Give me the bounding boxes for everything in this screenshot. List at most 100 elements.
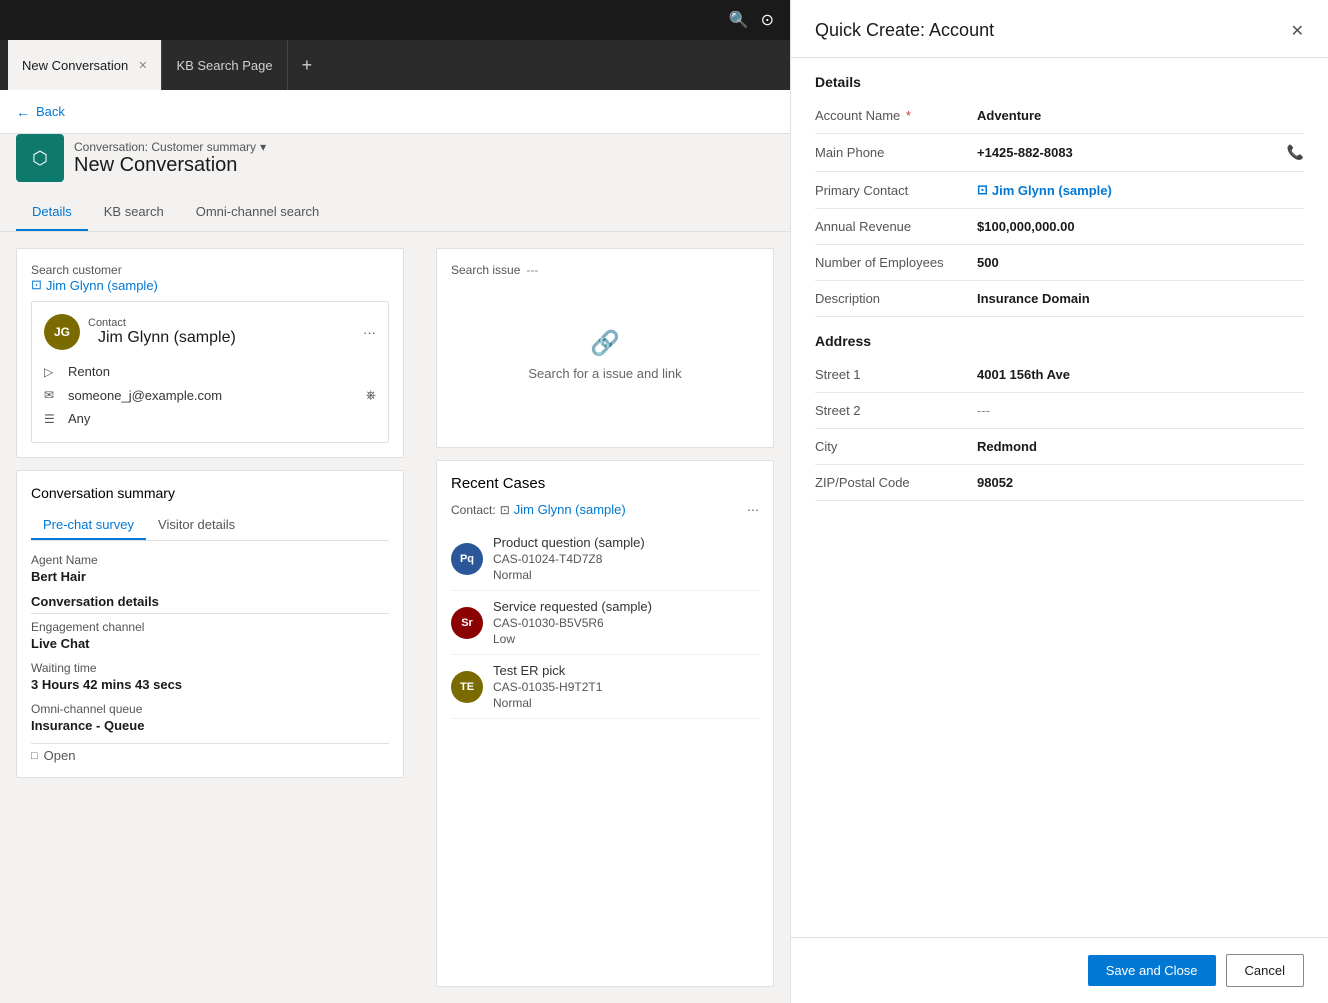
case-item-1: Pq Product question (sample) CAS-01024-T…	[451, 527, 759, 591]
omni-queue-value: Insurance - Queue	[31, 718, 389, 733]
location-icon: ▷	[44, 365, 60, 379]
top-bar: 🔍 ⊙	[0, 0, 790, 40]
street1-value[interactable]: 4001 156th Ave	[977, 367, 1304, 382]
chevron-down-icon[interactable]: ▾	[260, 140, 266, 154]
conversation-summary-panel: Conversation summary Pre-chat survey Vis…	[16, 470, 404, 778]
summary-tabs: Pre-chat survey Visitor details	[31, 511, 389, 541]
contact-card: JG Contact Jim Glynn (sample) ··· ▷ Rent…	[31, 301, 389, 443]
account-name-value[interactable]: Adventure	[977, 108, 1304, 123]
status-icon: □	[31, 750, 38, 762]
contact-icon-small: ⊡	[500, 503, 510, 517]
city-label: City	[815, 439, 965, 454]
required-indicator: *	[906, 108, 911, 123]
tab-visitor-details[interactable]: Visitor details	[146, 511, 247, 540]
search-icon[interactable]: 🔍	[729, 10, 749, 30]
back-label: Back	[36, 104, 65, 119]
quick-create-footer: Save and Close Cancel	[791, 937, 1328, 1003]
street1-label: Street 1	[815, 367, 965, 382]
customer-link[interactable]: ⊡ Jim Glynn (sample)	[31, 277, 389, 293]
num-employees-value[interactable]: 500	[977, 255, 1304, 270]
cancel-button[interactable]: Cancel	[1226, 954, 1304, 987]
num-employees-label: Number of Employees	[815, 255, 965, 270]
more-cases-icon[interactable]: ⋯	[747, 503, 759, 517]
city-field: City Redmond	[815, 429, 1304, 465]
engagement-channel-field: Engagement channel Live Chat	[31, 620, 389, 651]
annual-revenue-field: Annual Revenue $100,000,000.00	[815, 209, 1304, 245]
case-info-3: Test ER pick CAS-01035-H9T2T1 Normal	[493, 663, 602, 710]
case-contact-link[interactable]: Jim Glynn (sample)	[514, 502, 626, 517]
tab-kb-search-detail[interactable]: KB search	[88, 194, 180, 231]
back-bar: ← Back	[0, 90, 790, 134]
settings-icon[interactable]: ⊙	[761, 10, 774, 30]
annual-revenue-value[interactable]: $100,000,000.00	[977, 219, 1304, 234]
contact-card-header: JG Contact Jim Glynn (sample) ···	[44, 314, 376, 350]
back-arrow-icon: ←	[16, 104, 30, 120]
contact-city-row: ▷ Renton	[44, 360, 376, 383]
account-name-label: Account Name *	[815, 108, 965, 123]
send-icon[interactable]: ⎈	[366, 387, 376, 403]
tab-new-conversation-label: New Conversation	[22, 58, 128, 73]
search-issue-panel: Search issue --- 🔗 Search for a issue an…	[436, 248, 774, 448]
case-item-2: Sr Service requested (sample) CAS-01030-…	[451, 591, 759, 655]
main-phone-value[interactable]: +1425-882-8083	[977, 145, 1287, 160]
contact-icon: ⊡	[31, 277, 42, 293]
street1-field: Street 1 4001 156th Ave	[815, 357, 1304, 393]
street2-value[interactable]: ---	[977, 403, 1304, 418]
address-section-title: Address	[815, 317, 1304, 357]
city-value[interactable]: Redmond	[977, 439, 1304, 454]
category-icon: ☰	[44, 412, 60, 426]
primary-contact-label: Primary Contact	[815, 183, 965, 198]
account-name-field: Account Name * Adventure	[815, 98, 1304, 134]
conversation-avatar-icon: ⬡	[32, 148, 48, 169]
description-field: Description Insurance Domain	[815, 281, 1304, 317]
primary-contact-value[interactable]: ⊡ Jim Glynn (sample)	[977, 182, 1112, 198]
case-info-2: Service requested (sample) CAS-01030-B5V…	[493, 599, 652, 646]
annual-revenue-label: Annual Revenue	[815, 219, 965, 234]
quick-create-close-button[interactable]: ✕	[1291, 21, 1304, 41]
agent-name-value: Bert Hair	[31, 569, 389, 584]
tab-new-conversation-close[interactable]: ✕	[138, 59, 147, 72]
case-id-1: CAS-01024-T4D7Z8	[493, 552, 645, 566]
main-phone-label: Main Phone	[815, 145, 965, 160]
save-and-close-button[interactable]: Save and Close	[1088, 955, 1216, 986]
recent-cases-title: Recent Cases	[451, 475, 759, 492]
description-value[interactable]: Insurance Domain	[977, 291, 1304, 306]
zip-label: ZIP/Postal Code	[815, 475, 965, 490]
search-customer-label: Search customer ⊡ Jim Glynn (sample)	[31, 263, 389, 293]
conversation-subtitle: Conversation: Customer summary ▾	[74, 140, 266, 154]
tab-details[interactable]: Details	[16, 194, 88, 231]
street2-field: Street 2 ---	[815, 393, 1304, 429]
contact-email-row: ✉ someone_j@example.com ⎈	[44, 383, 376, 407]
detail-tabs: Details KB search Omni-channel search	[0, 194, 790, 232]
zip-value[interactable]: 98052	[977, 475, 1304, 490]
tab-pre-chat[interactable]: Pre-chat survey	[31, 511, 146, 540]
description-label: Description	[815, 291, 965, 306]
tab-new-conversation[interactable]: New Conversation ✕	[8, 40, 162, 90]
email-icon: ✉	[44, 388, 60, 402]
phone-icon[interactable]: 📞	[1287, 144, 1304, 161]
conv-details-section: Conversation details	[31, 594, 389, 614]
waiting-time-label: Waiting time	[31, 661, 389, 675]
case-avatar-3: TE	[451, 671, 483, 703]
case-priority-3: Normal	[493, 696, 602, 710]
case-id-3: CAS-01035-H9T2T1	[493, 680, 602, 694]
tab-kb-search[interactable]: KB Search Page	[162, 40, 287, 90]
waiting-time-value: 3 Hours 42 mins 43 secs	[31, 677, 389, 692]
left-column: Search customer ⊡ Jim Glynn (sample) JG	[0, 232, 420, 1003]
contact-category: Any	[68, 411, 90, 426]
details-section-title: Details	[815, 58, 1304, 98]
conversation-title-block: Conversation: Customer summary ▾ New Con…	[74, 140, 266, 177]
case-name-2: Service requested (sample)	[493, 599, 652, 614]
street2-label: Street 2	[815, 403, 965, 418]
contact-link-icon: ⊡	[977, 182, 988, 198]
conversation-title: New Conversation	[74, 154, 266, 177]
more-options-icon[interactable]: ···	[363, 325, 376, 340]
case-avatar-1: Pq	[451, 543, 483, 575]
agent-name-field: Agent Name Bert Hair	[31, 553, 389, 584]
tab-omni-channel[interactable]: Omni-channel search	[180, 194, 336, 231]
link-icon: 🔗	[590, 329, 620, 358]
contact-header-left: JG Contact Jim Glynn (sample)	[44, 314, 236, 350]
tab-add-button[interactable]: +	[294, 55, 321, 76]
case-name-3: Test ER pick	[493, 663, 602, 678]
back-button[interactable]: ← Back	[16, 104, 65, 120]
